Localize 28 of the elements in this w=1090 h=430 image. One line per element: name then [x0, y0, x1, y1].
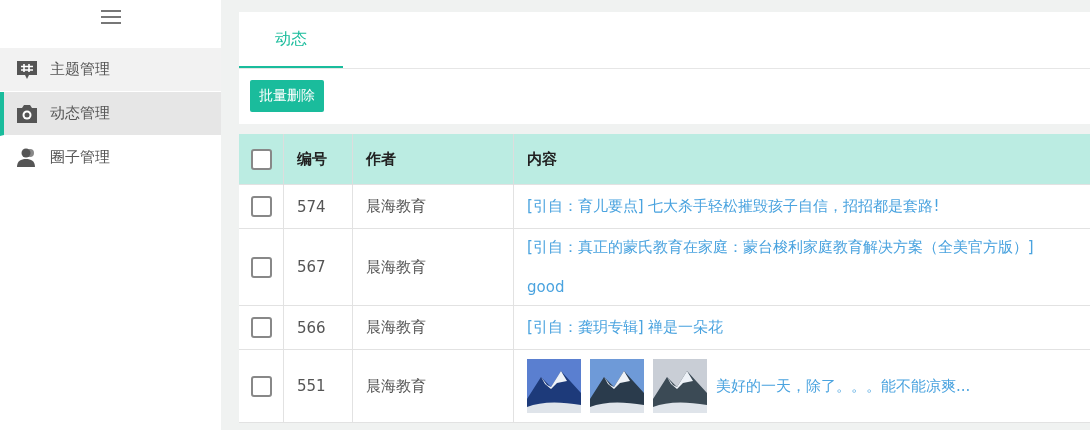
table-cell: 574: [297, 197, 326, 216]
column-header: 内容: [527, 149, 557, 168]
tab[interactable]: 动态: [239, 12, 343, 68]
camera-icon: [16, 103, 38, 124]
batch-delete-button[interactable]: 批量删除: [250, 80, 324, 112]
table-cell: 晨海教育: [366, 318, 426, 336]
content-link[interactable]: [引自：真正的蒙氏教育在家庭：蒙台梭利家庭教育解决方案（全美官方版）]: [527, 238, 1034, 256]
content-link[interactable]: [引自：龚玥专辑] 禅是一朵花: [527, 318, 724, 336]
row-checkbox[interactable]: [251, 256, 272, 278]
content-link[interactable]: good: [527, 278, 565, 296]
hash-chat-icon: [16, 59, 38, 80]
content-link[interactable]: 美好的一天，除了。。。能不能凉爽...: [716, 376, 971, 396]
select-all-checkbox[interactable]: [251, 148, 272, 170]
people-icon: [16, 147, 38, 168]
table-cell: 566: [297, 318, 326, 337]
column-header: 作者: [366, 149, 396, 168]
menu-icon[interactable]: [100, 10, 121, 24]
table-cell: 晨海教育: [366, 197, 426, 215]
column-header: 编号: [297, 149, 327, 168]
table-cell: 551: [297, 377, 326, 395]
table-cell: 晨海教育: [366, 376, 426, 395]
row-checkbox[interactable]: [251, 317, 272, 338]
row-checkbox[interactable]: [251, 196, 272, 217]
table-cell: 晨海教育: [366, 257, 426, 276]
sidebar-item[interactable]: 动态管理: [0, 92, 221, 136]
table-cell: 567: [297, 258, 326, 276]
sidebar-item[interactable]: 主题管理: [0, 48, 221, 92]
row-checkbox[interactable]: [251, 375, 272, 397]
